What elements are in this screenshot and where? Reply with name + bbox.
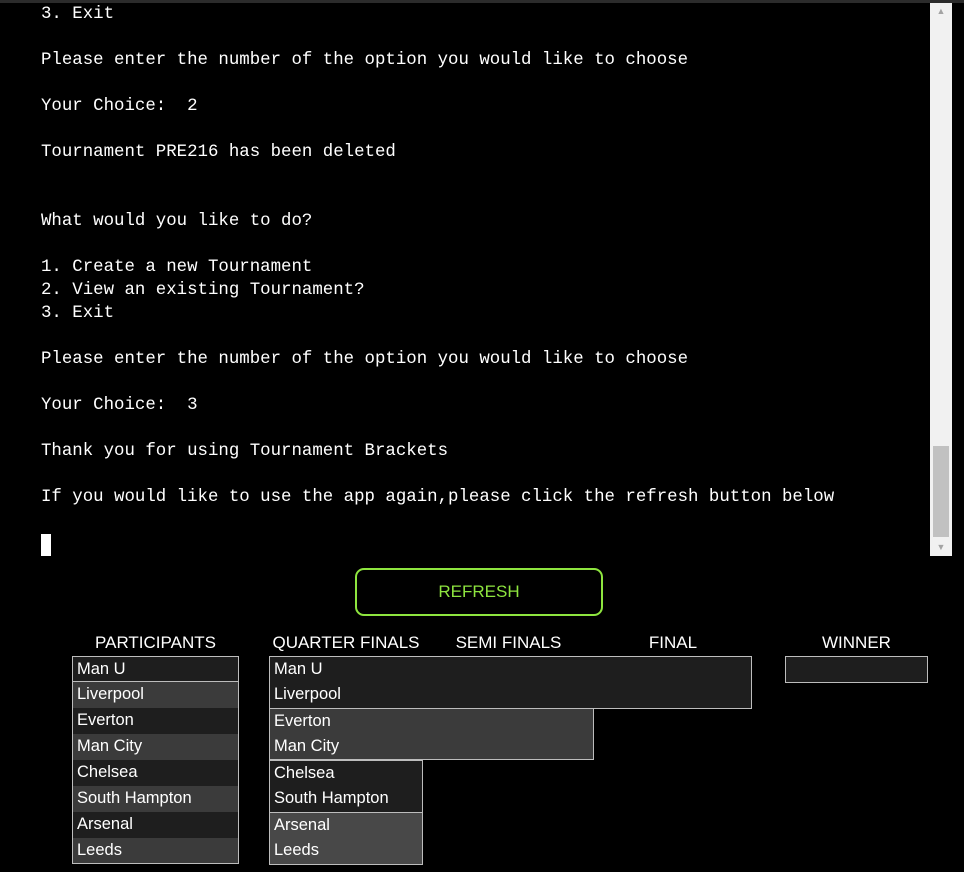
quarter-final-cell: Leeds	[270, 838, 422, 864]
refresh-button[interactable]: REFRESH	[355, 568, 603, 616]
participants-header: PARTICIPANTS	[95, 633, 216, 652]
quarter-final-cell: Liverpool	[270, 682, 423, 708]
winner-slot	[786, 657, 927, 682]
scroll-down-arrow-icon[interactable]: ▼	[930, 539, 952, 556]
terminal-line: 2. View an existing Tournament?	[41, 281, 365, 300]
right-gutter	[952, 3, 964, 556]
scroll-up-arrow-icon[interactable]: ▲	[930, 3, 952, 20]
quarter-final-cell: Man U	[270, 657, 423, 682]
participant-cell: Everton	[72, 708, 239, 734]
participant-cell: Man City	[72, 734, 239, 760]
final-header: FINAL	[648, 633, 698, 652]
quarter-finals-header: QUARTER FINALS	[272, 633, 420, 652]
winner-header: WINNER	[822, 633, 891, 652]
terminal-output[interactable]: 3. Exit Please enter the number of the o…	[0, 3, 930, 556]
final-slot	[594, 657, 751, 682]
quarter-final-cell: Everton	[270, 709, 423, 734]
winner-box	[785, 656, 928, 683]
terminal-line: Please enter the number of the option yo…	[41, 350, 689, 369]
terminal-line: Thank you for using Tournament Brackets	[41, 442, 449, 461]
semi-finals-header: SEMI FINALS	[455, 633, 562, 652]
participant-cell: South Hampton	[72, 786, 239, 812]
terminal-line: 1. Create a new Tournament	[41, 258, 313, 277]
terminal-cursor	[41, 534, 51, 556]
terminal-line: Your Choice: 3	[41, 396, 198, 415]
quarter-final-cell: Man City	[270, 734, 423, 759]
quarter-final-cell: South Hampton	[270, 786, 422, 812]
quarter-final-cell: Chelsea	[270, 761, 422, 786]
terminal-line: If you would like to use the app again,p…	[41, 488, 835, 507]
terminal-line: Tournament PRE216 has been deleted	[41, 143, 396, 162]
scrollbar-thumb[interactable]	[933, 446, 949, 537]
final-slot	[594, 682, 751, 708]
terminal-line: 3. Exit	[41, 304, 115, 323]
participant-cell: Leeds	[72, 838, 239, 864]
semi-final-slot	[423, 734, 593, 759]
participant-cell: Chelsea	[72, 760, 239, 786]
semi-final-slot	[423, 682, 594, 708]
terminal-line: Your Choice: 2	[41, 97, 198, 116]
semi-final-slot	[423, 657, 594, 682]
terminal-line: What would you like to do?	[41, 212, 313, 231]
terminal-line: Please enter the number of the option yo…	[41, 51, 689, 70]
terminal-line: 3. Exit	[41, 5, 115, 24]
terminal-scrollbar[interactable]: ▲ ▼	[930, 3, 952, 556]
participant-cell: Arsenal	[72, 812, 239, 838]
participant-cell: Liverpool	[72, 682, 239, 708]
participant-cell: Man U	[72, 656, 239, 682]
semi-final-slot	[423, 709, 593, 734]
quarter-final-cell: Arsenal	[270, 813, 422, 838]
